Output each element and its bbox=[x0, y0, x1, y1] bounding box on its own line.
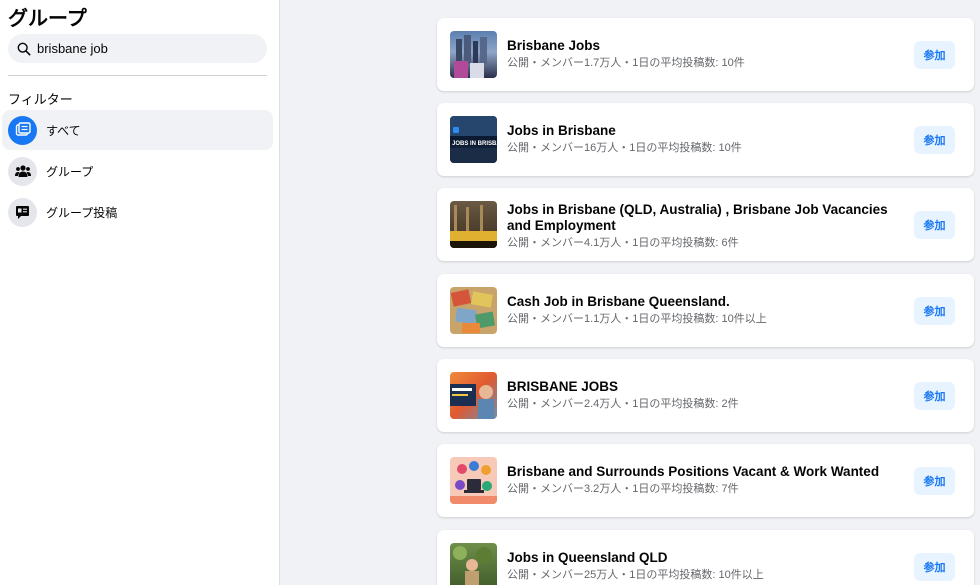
join-button[interactable]: 参加 bbox=[914, 297, 955, 325]
group-thumbnail[interactable] bbox=[450, 543, 497, 585]
group-info: BRISBANE JOBS 公開・メンバー2.4万人・1日の平均投稿数: 2件 bbox=[507, 379, 907, 411]
group-result-card[interactable]: Jobs in Queensland QLD 公開・メンバー25万人・1日の平均… bbox=[437, 530, 974, 585]
divider bbox=[8, 75, 267, 76]
filter-all[interactable]: すべて bbox=[2, 110, 273, 150]
group-thumbnail[interactable] bbox=[450, 457, 497, 504]
search-box[interactable] bbox=[8, 34, 267, 63]
group-meta: 公開・メンバー16万人・1日の平均投稿数: 10件 bbox=[507, 142, 742, 154]
group-info: Jobs in Brisbane (QLD, Australia) , Bris… bbox=[507, 202, 907, 250]
post-icon bbox=[8, 197, 37, 227]
group-name[interactable]: Jobs in Brisbane bbox=[507, 123, 907, 139]
sidebar-title: グループ bbox=[8, 8, 87, 30]
group-meta: 公開・メンバー25万人・1日の平均投稿数: 10件以上 bbox=[507, 569, 764, 581]
group-result-card[interactable]: Cash Job in Brisbane Queensland. 公開・メンバー… bbox=[437, 274, 974, 347]
group-result-card[interactable]: BRISBANE JOBS 公開・メンバー2.4万人・1日の平均投稿数: 2件 … bbox=[437, 359, 974, 432]
group-name[interactable]: BRISBANE JOBS bbox=[507, 379, 907, 395]
join-button[interactable]: 参加 bbox=[914, 126, 955, 154]
group-name[interactable]: Jobs in Queensland QLD bbox=[507, 550, 907, 566]
group-meta: 公開・メンバー2.4万人・1日の平均投稿数: 2件 bbox=[507, 398, 739, 410]
group-info: Jobs in Brisbane 公開・メンバー16万人・1日の平均投稿数: 1… bbox=[507, 123, 907, 155]
group-thumbnail[interactable]: JOBS IN BRISBANE bbox=[450, 116, 497, 163]
people-icon bbox=[8, 156, 37, 186]
filter-label: すべて bbox=[46, 123, 81, 138]
feed-icon bbox=[8, 115, 37, 145]
group-info: Jobs in Queensland QLD 公開・メンバー25万人・1日の平均… bbox=[507, 550, 907, 582]
group-name[interactable]: Brisbane Jobs bbox=[507, 38, 907, 54]
join-button[interactable]: 参加 bbox=[914, 382, 955, 410]
filter-label: グループ投稿 bbox=[46, 205, 118, 220]
group-result-card[interactable]: Brisbane Jobs 公開・メンバー1.7万人・1日の平均投稿数: 10件… bbox=[437, 18, 974, 91]
group-name[interactable]: Cash Job in Brisbane Queensland. bbox=[507, 294, 907, 310]
search-input[interactable] bbox=[37, 41, 237, 56]
group-meta: 公開・メンバー1.7万人・1日の平均投稿数: 10件 bbox=[507, 57, 745, 69]
sidebar: グループ フィルター すべて bbox=[0, 0, 280, 585]
group-meta: 公開・メンバー3.2万人・1日の平均投稿数: 7件 bbox=[507, 483, 739, 495]
search-icon bbox=[17, 42, 31, 55]
filter-label: グループ bbox=[46, 164, 94, 179]
group-info: Cash Job in Brisbane Queensland. 公開・メンバー… bbox=[507, 294, 907, 326]
group-name[interactable]: Brisbane and Surrounds Positions Vacant … bbox=[507, 464, 907, 480]
group-meta: 公開・メンバー4.1万人・1日の平均投稿数: 6件 bbox=[507, 237, 739, 249]
filter-groups[interactable]: グループ bbox=[2, 151, 273, 191]
group-info: Brisbane Jobs 公開・メンバー1.7万人・1日の平均投稿数: 10件 bbox=[507, 38, 907, 70]
group-thumbnail[interactable] bbox=[450, 287, 497, 334]
svg-text:JOBS IN BRISBANE: JOBS IN BRISBANE bbox=[452, 141, 497, 147]
filter-group-posts[interactable]: グループ投稿 bbox=[2, 192, 273, 232]
join-button[interactable]: 参加 bbox=[914, 41, 955, 69]
filters-heading: フィルター bbox=[8, 92, 73, 107]
join-button[interactable]: 参加 bbox=[914, 211, 955, 239]
join-button[interactable]: 参加 bbox=[914, 467, 955, 495]
group-result-card[interactable]: JOBS IN BRISBANE Jobs in Brisbane 公開・メンバ… bbox=[437, 103, 974, 176]
group-result-card[interactable]: Brisbane and Surrounds Positions Vacant … bbox=[437, 444, 974, 517]
group-name[interactable]: Jobs in Brisbane (QLD, Australia) , Bris… bbox=[507, 202, 907, 234]
group-meta: 公開・メンバー1.1万人・1日の平均投稿数: 10件以上 bbox=[507, 313, 767, 325]
join-button[interactable]: 参加 bbox=[914, 553, 955, 581]
group-thumbnail[interactable] bbox=[450, 201, 497, 248]
group-thumbnail[interactable] bbox=[450, 372, 497, 419]
group-result-card[interactable]: Jobs in Brisbane (QLD, Australia) , Bris… bbox=[437, 188, 974, 261]
group-thumbnail[interactable] bbox=[450, 31, 497, 78]
group-info: Brisbane and Surrounds Positions Vacant … bbox=[507, 464, 907, 496]
